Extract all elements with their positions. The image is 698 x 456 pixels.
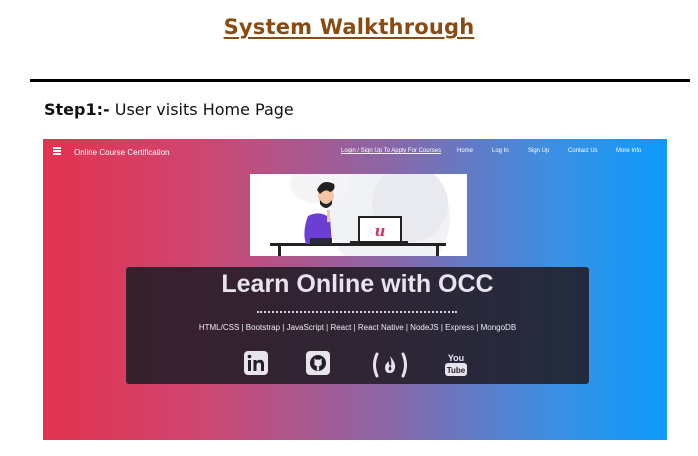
laptop-logo: u <box>375 222 386 240</box>
step-label: Step1 <box>44 100 97 119</box>
step-suffix: :- <box>96 100 110 119</box>
horizontal-rule <box>30 79 690 82</box>
youtube-icon[interactable]: You Tube <box>443 351 471 379</box>
hamburger-icon[interactable] <box>53 147 61 155</box>
freecodecamp-icon[interactable] <box>370 351 410 379</box>
hero-heading: Learn Online with OCC <box>221 270 494 298</box>
brand-link[interactable]: Online Course Certification <box>74 148 170 157</box>
step-description: Step1:- User visits Home Page <box>44 100 294 119</box>
dotted-divider <box>257 311 457 313</box>
nav-sign-up[interactable]: Sign Up <box>528 148 549 154</box>
apply-link[interactable]: Login / Sign Up To Apply For Courses <box>341 148 441 154</box>
hero-illustration: u <box>250 158 467 278</box>
person-with-laptop-illustration: u <box>270 158 450 278</box>
tech-stack-list: HTML/CSS | Bootstrap | JavaScript | Reac… <box>198 323 517 332</box>
nav-contact-us[interactable]: Contact Us <box>568 148 598 154</box>
step-text: User visits Home Page <box>109 100 294 119</box>
nav-more-info[interactable]: More Info <box>616 148 641 154</box>
homepage-screenshot: Online Course Certification Login / Sign… <box>43 139 667 440</box>
github-icon[interactable] <box>306 351 334 379</box>
hero-info-box: Learn Online with OCC HTML/CSS | Bootstr… <box>126 267 589 384</box>
youtube-you-text: You <box>448 353 464 363</box>
linkedin-icon[interactable] <box>244 351 272 379</box>
nav-home[interactable]: Home <box>457 148 473 154</box>
navbar: Online Course Certification Login / Sign… <box>43 139 667 165</box>
youtube-tube-text: Tube <box>447 366 466 375</box>
nav-log-in[interactable]: Log In <box>492 148 509 154</box>
document-title: System Walkthrough <box>223 15 475 39</box>
